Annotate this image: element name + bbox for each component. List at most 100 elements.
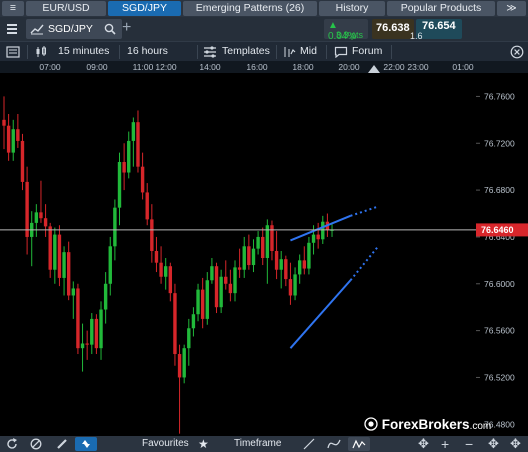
candle-body xyxy=(145,192,149,220)
candle-body xyxy=(80,343,85,349)
candle-body xyxy=(321,221,325,240)
candle-body xyxy=(182,348,186,378)
candle-body xyxy=(140,166,145,193)
buy-price-button[interactable]: 76.654 xyxy=(416,19,462,39)
trendline-extension xyxy=(349,245,379,281)
forum-button[interactable]: Forum xyxy=(352,45,382,57)
candle-body xyxy=(150,219,154,251)
templates-icon[interactable] xyxy=(203,46,217,58)
zoom-out-icon[interactable]: − xyxy=(465,437,473,451)
candle-body xyxy=(177,354,182,378)
hamburger-menu-icon[interactable] xyxy=(4,21,20,37)
time-tick: 14:00 xyxy=(199,62,221,72)
candle-body xyxy=(66,252,71,296)
price-tick-label: 76.5600 xyxy=(484,326,515,336)
candle-body xyxy=(187,328,191,349)
timeframe-button[interactable]: Timeframe xyxy=(234,437,281,451)
add-instrument-icon[interactable]: + xyxy=(122,19,131,37)
chart-type-icon[interactable] xyxy=(34,45,48,59)
candle-body xyxy=(25,181,29,237)
forum-chat-icon[interactable] xyxy=(334,46,348,58)
crosshair-icon[interactable]: ✥ xyxy=(510,437,521,451)
time-axis: 07:00 09:00 11:00 12:00 14:00 16:00 18:0… xyxy=(0,61,528,73)
spread-value: 1.6 xyxy=(410,31,423,41)
price-axis: 76.760076.720076.680076.640076.600076.56… xyxy=(476,73,528,436)
tab-history[interactable]: History xyxy=(319,1,385,16)
instrument-selector[interactable]: SGD/JPY xyxy=(26,19,122,39)
tab-list-menu-icon[interactable]: ≡ xyxy=(2,1,24,16)
sell-price-button[interactable]: 76.638 xyxy=(372,19,414,39)
trendline-tool-icon[interactable] xyxy=(303,438,315,450)
change-points: 3.3 pts xyxy=(336,30,364,40)
brand-suffix: .com xyxy=(469,421,492,432)
tab-overflow-icon[interactable]: ≫ xyxy=(497,1,526,16)
candle-body xyxy=(205,280,209,319)
brand-name: ForexBrokers xyxy=(381,417,470,432)
candle-body xyxy=(200,289,205,319)
bottom-toolbar: Favourites ★ Timeframe ✥ + − ✥ ✥ xyxy=(0,436,528,452)
candle-body xyxy=(127,140,131,173)
candle-body xyxy=(237,267,242,270)
refresh-icon[interactable] xyxy=(6,438,18,450)
candle-body xyxy=(307,242,311,269)
candle-body xyxy=(293,274,297,296)
candle-body xyxy=(224,276,228,284)
candle-body xyxy=(191,314,196,329)
price-tick-label: 76.7200 xyxy=(484,138,515,148)
instrument-bar-filler xyxy=(462,17,528,41)
candle-body xyxy=(219,276,223,308)
candle-body xyxy=(99,309,103,349)
candle-body xyxy=(131,122,136,141)
time-tick: 01:00 xyxy=(452,62,474,72)
tab-popular-products[interactable]: Popular Products xyxy=(387,1,495,16)
pencil-icon[interactable] xyxy=(56,438,68,450)
time-tick: 23:00 xyxy=(407,62,429,72)
candle-body xyxy=(274,250,279,270)
price-type-selector[interactable]: Mid xyxy=(300,45,317,57)
toolbar-divider xyxy=(119,45,120,59)
tab-emerging-patterns[interactable]: Emerging Patterns (26) xyxy=(183,1,317,16)
candle-body xyxy=(103,283,108,310)
range-selector[interactable]: 16 hours xyxy=(127,45,168,57)
panel-toggle-icon[interactable] xyxy=(6,45,20,59)
candle-body xyxy=(302,260,306,269)
fit-icon[interactable]: ✥ xyxy=(488,437,499,451)
candlestick-series xyxy=(2,96,334,434)
tab-eur-usd[interactable]: EUR/USD xyxy=(26,1,106,16)
candle-body xyxy=(228,283,233,294)
move-icon[interactable]: ✥ xyxy=(418,437,429,451)
drawing-mode-button[interactable] xyxy=(75,437,97,451)
price-type-icon[interactable] xyxy=(283,45,297,59)
search-icon[interactable] xyxy=(104,23,116,35)
block-icon[interactable] xyxy=(30,438,42,450)
candle-body xyxy=(247,246,251,266)
interval-selector[interactable]: 15 minutes xyxy=(58,45,109,57)
close-icon[interactable] xyxy=(510,45,524,59)
candle-body xyxy=(108,246,112,284)
current-price-tag: 76.6460 xyxy=(476,223,528,237)
candle-body xyxy=(43,218,48,227)
candle-body xyxy=(210,266,214,281)
candle-body xyxy=(164,266,168,277)
candle-body xyxy=(76,288,80,349)
toolbar-divider xyxy=(326,45,327,59)
zoom-in-icon[interactable]: + xyxy=(441,437,449,451)
toolbar-divider xyxy=(391,45,392,59)
price-chart[interactable]: 76.760076.720076.680076.640076.600076.56… xyxy=(0,73,528,436)
favourites-button[interactable]: Favourites xyxy=(142,437,189,451)
arrows-icon xyxy=(82,440,90,448)
trendline-group[interactable] xyxy=(289,205,379,349)
templates-button[interactable]: Templates xyxy=(222,45,270,57)
studies-button[interactable] xyxy=(348,437,370,451)
indicator-icon[interactable] xyxy=(327,438,341,450)
instrument-symbol: SGD/JPY xyxy=(48,23,93,35)
instrument-bar: SGD/JPY + ▲ 0.04% 3.3 pts 76.638 76.654 … xyxy=(0,17,528,42)
candle-body xyxy=(261,236,265,259)
trendline-extension xyxy=(350,205,379,217)
scroll-marker-icon[interactable] xyxy=(368,64,380,73)
tab-sgd-jpy[interactable]: SGD/JPY xyxy=(108,1,181,16)
candle-body xyxy=(154,250,159,263)
star-icon[interactable]: ★ xyxy=(198,437,209,451)
time-tick: 16:00 xyxy=(246,62,268,72)
trendline xyxy=(290,214,351,242)
